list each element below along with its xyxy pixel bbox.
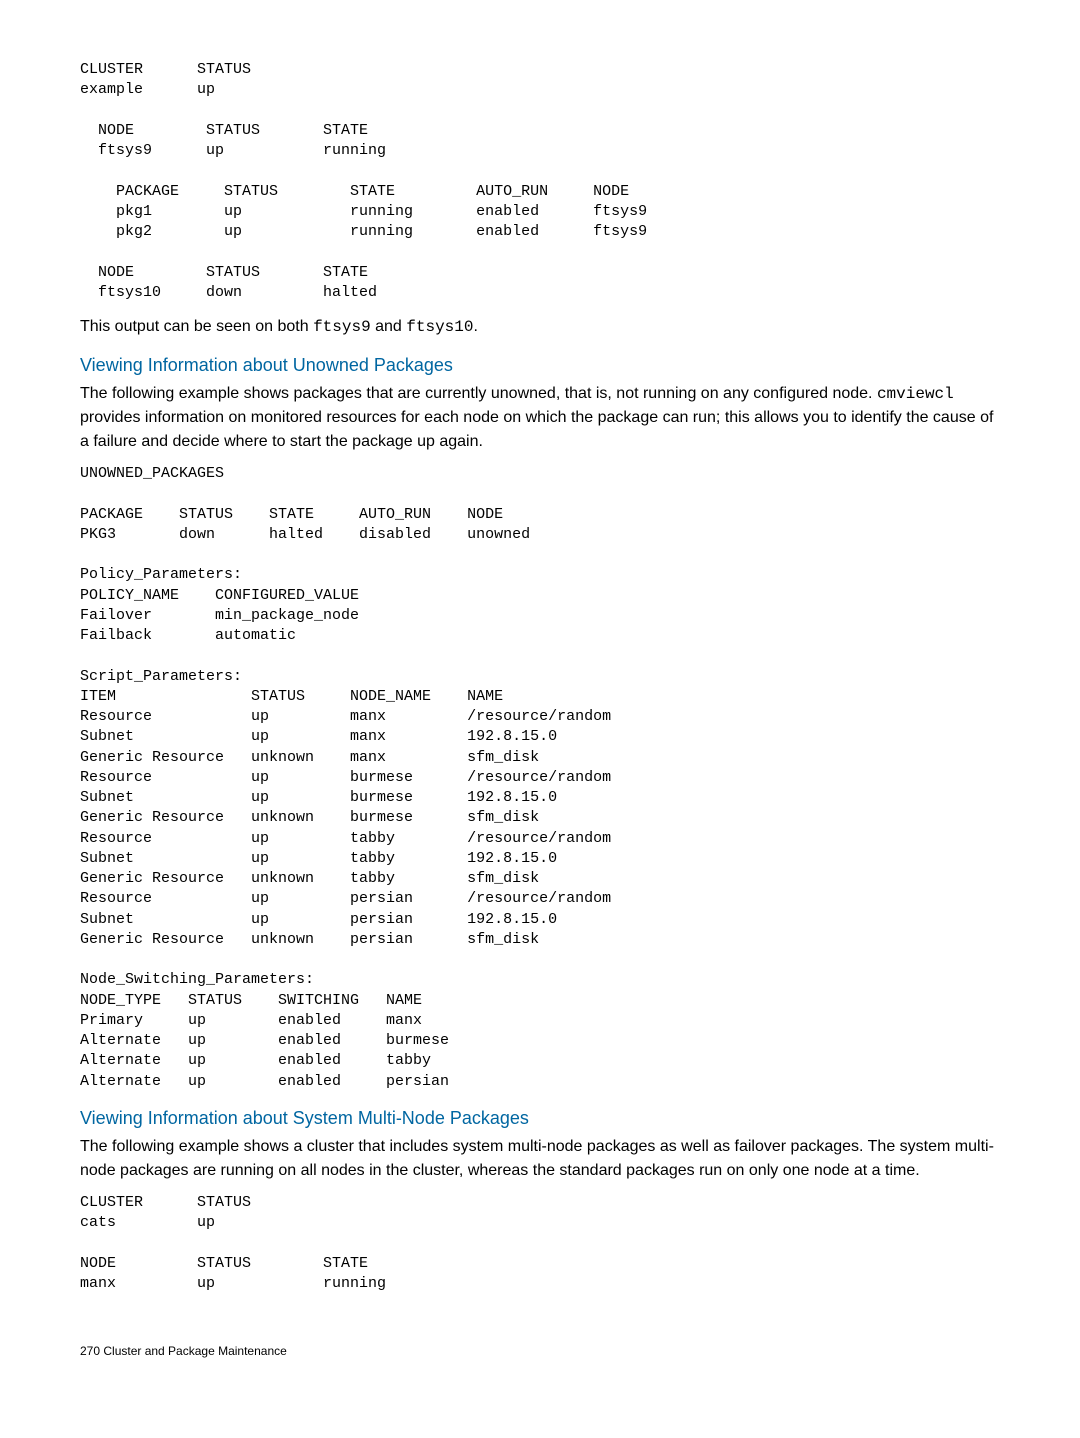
- heading-system-multinode: Viewing Information about System Multi-N…: [80, 1108, 1000, 1129]
- code-block-cats-cluster: CLUSTER STATUS cats up NODE STATUS STATE…: [80, 1193, 1000, 1294]
- paragraph-unowned-desc: The following example shows packages tha…: [80, 382, 1000, 454]
- page-footer: 270 Cluster and Package Maintenance: [80, 1344, 1000, 1358]
- paragraph-multinode-desc: The following example shows a cluster th…: [80, 1135, 1000, 1183]
- code-block-unowned-packages: UNOWNED_PACKAGES PACKAGE STATUS STATE AU…: [80, 464, 1000, 1092]
- text: and: [371, 318, 407, 335]
- text: The following example shows packages tha…: [80, 385, 877, 402]
- paragraph-output-note: This output can be seen on both ftsys9 a…: [80, 315, 1000, 339]
- text: This output can be seen on both: [80, 318, 313, 335]
- code-block-cluster-status: CLUSTER STATUS example up NODE STATUS ST…: [80, 60, 1000, 303]
- code-ftsys9: ftsys9: [313, 318, 371, 336]
- code-ftsys10: ftsys10: [406, 318, 473, 336]
- code-cmviewcl: cmviewcl: [877, 385, 954, 403]
- text: provides information on monitored resour…: [80, 409, 993, 450]
- text: .: [473, 318, 477, 335]
- heading-unowned-packages: Viewing Information about Unowned Packag…: [80, 355, 1000, 376]
